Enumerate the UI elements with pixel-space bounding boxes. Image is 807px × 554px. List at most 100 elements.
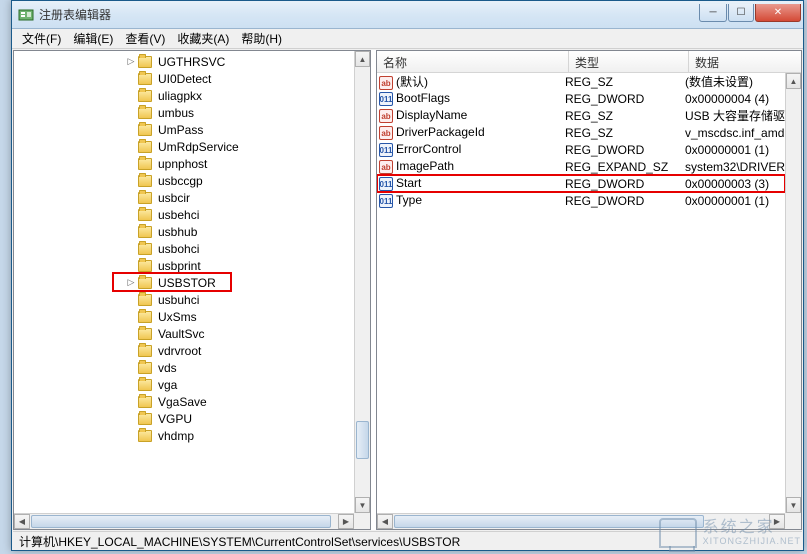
list-header[interactable]: 名称 类型 数据 — [377, 51, 801, 73]
tree-item-ugthrsvc[interactable]: ▷UGTHRSVC — [14, 53, 354, 70]
value-data: 0x00000003 (3) — [685, 177, 785, 191]
folder-icon — [138, 345, 152, 357]
value-row[interactable]: 011BootFlagsREG_DWORD0x00000004 (4) — [377, 90, 785, 107]
menu-file[interactable]: 文件(F) — [16, 28, 67, 49]
tree-pane[interactable]: ▷UGTHRSVCUI0DetectuliagpkxumbusUmPass UmR… — [13, 50, 371, 530]
tree-item-label: UmRdpService — [156, 140, 241, 154]
tree-item-usbhub[interactable]: usbhub — [14, 223, 354, 240]
regedit-icon — [18, 7, 34, 23]
expander-icon[interactable] — [126, 176, 136, 186]
value-row[interactable]: abDriverPackageIdREG_SZv_mscdsc.inf_amd6 — [377, 124, 785, 141]
tree-scrollbar-vertical[interactable]: ▲ ▼ — [354, 51, 370, 513]
expander-icon[interactable] — [126, 193, 136, 203]
string-value-icon: ab — [379, 160, 393, 174]
tree-scrollbar-horizontal[interactable]: ◀ ▶ — [14, 513, 354, 529]
folder-icon — [138, 362, 152, 374]
tree-item-label: UxSms — [156, 310, 199, 324]
value-row[interactable]: abImagePathREG_EXPAND_SZsystem32\DRIVERS — [377, 158, 785, 175]
tree-item-usbcir[interactable]: usbcir — [14, 189, 354, 206]
tree-item-usbuhci[interactable]: usbuhci — [14, 291, 354, 308]
col-name[interactable]: 名称 — [377, 51, 569, 72]
col-data[interactable]: 数据 — [689, 51, 801, 72]
tree-item-usbprint[interactable]: usbprint — [14, 257, 354, 274]
expander-icon[interactable] — [126, 244, 136, 254]
expander-icon[interactable] — [126, 414, 136, 424]
value-name: BootFlags — [396, 91, 450, 105]
expander-icon[interactable] — [126, 431, 136, 441]
value-row[interactable]: abDisplayNameREG_SZUSB 大容量存储驱动 — [377, 107, 785, 124]
tree-item-vds[interactable]: vds — [14, 359, 354, 376]
folder-icon — [138, 192, 152, 204]
list-scrollbar-horizontal[interactable]: ◀ ▶ — [377, 513, 785, 529]
value-row[interactable]: 011TypeREG_DWORD0x00000001 (1) — [377, 192, 785, 209]
expander-icon[interactable] — [126, 108, 136, 118]
tree-item-usbstor[interactable]: ▷USBSTOR — [14, 274, 354, 291]
tree-item-label: VGPU — [156, 412, 194, 426]
expander-icon[interactable] — [126, 329, 136, 339]
value-row[interactable]: 011ErrorControlREG_DWORD0x00000001 (1) — [377, 141, 785, 158]
expander-icon[interactable] — [126, 142, 136, 152]
tree-item-vgasave[interactable]: VgaSave — [14, 393, 354, 410]
minimize-button[interactable]: ─ — [699, 4, 727, 22]
tree-item-usbccgp[interactable]: usbccgp — [14, 172, 354, 189]
expander-icon[interactable] — [126, 295, 136, 305]
tree-item-usbehci[interactable]: usbehci — [14, 206, 354, 223]
tree-item-vhdmp[interactable]: vhdmp — [14, 427, 354, 444]
tree-item-umpass[interactable]: UmPass — [14, 121, 354, 138]
folder-icon — [138, 141, 152, 153]
folder-icon — [138, 73, 152, 85]
close-button[interactable]: ✕ — [755, 4, 801, 22]
expander-icon[interactable] — [126, 125, 136, 135]
tree-item-umrdpservice[interactable]: UmRdpService — [14, 138, 354, 155]
folder-icon — [138, 396, 152, 408]
expander-icon[interactable] — [126, 159, 136, 169]
value-data: v_mscdsc.inf_amd6 — [685, 126, 785, 140]
tree-item-vdrvroot[interactable]: vdrvroot — [14, 342, 354, 359]
menu-favorites[interactable]: 收藏夹(A) — [171, 28, 235, 49]
expander-icon[interactable] — [126, 74, 136, 84]
expander-icon[interactable]: ▷ — [126, 57, 136, 67]
expander-icon[interactable]: ▷ — [126, 278, 136, 288]
value-name: DisplayName — [396, 108, 467, 122]
expander-icon[interactable] — [126, 210, 136, 220]
tree-item-ui0detect[interactable]: UI0Detect — [14, 70, 354, 87]
expander-icon[interactable] — [126, 397, 136, 407]
expander-icon[interactable] — [126, 346, 136, 356]
expander-icon[interactable] — [126, 380, 136, 390]
menu-edit[interactable]: 编辑(E) — [67, 28, 119, 49]
value-row[interactable]: 011StartREG_DWORD0x00000003 (3) — [377, 175, 785, 192]
tree-item-label: usbhub — [156, 225, 199, 239]
tree-item-usbohci[interactable]: usbohci — [14, 240, 354, 257]
list-scrollbar-vertical[interactable]: ▲ ▼ — [785, 73, 801, 513]
folder-icon — [138, 328, 152, 340]
folder-icon — [138, 124, 152, 136]
expander-icon[interactable] — [126, 91, 136, 101]
expander-icon[interactable] — [126, 261, 136, 271]
tree-item-vga[interactable]: vga — [14, 376, 354, 393]
menu-help[interactable]: 帮助(H) — [235, 28, 288, 49]
tree-item-upnphost[interactable]: upnphost — [14, 155, 354, 172]
tree-item-label: VgaSave — [156, 395, 209, 409]
values-pane[interactable]: 名称 类型 数据 ab(默认)REG_SZ(数值未设置)011BootFlags… — [376, 50, 802, 530]
tree-item-label: usbprint — [156, 259, 203, 273]
tree-item-uxsms[interactable]: UxSms — [14, 308, 354, 325]
maximize-button[interactable]: ☐ — [728, 4, 754, 22]
expander-icon[interactable] — [126, 312, 136, 322]
titlebar[interactable]: 注册表编辑器 ─ ☐ ✕ — [12, 1, 803, 29]
folder-icon — [138, 379, 152, 391]
tree-item-uliagpkx[interactable]: uliagpkx — [14, 87, 354, 104]
menu-view[interactable]: 查看(V) — [119, 28, 171, 49]
tree-item-label: vhdmp — [156, 429, 196, 443]
folder-icon — [138, 107, 152, 119]
tree-item-vgpu[interactable]: VGPU — [14, 410, 354, 427]
tree-item-label: usbcir — [156, 191, 192, 205]
value-row[interactable]: ab(默认)REG_SZ(数值未设置) — [377, 73, 785, 90]
tree-item-vaultsvc[interactable]: VaultSvc — [14, 325, 354, 342]
expander-icon[interactable] — [126, 227, 136, 237]
col-type[interactable]: 类型 — [569, 51, 689, 72]
value-type: REG_EXPAND_SZ — [565, 160, 685, 174]
expander-icon[interactable] — [126, 363, 136, 373]
tree-item-umbus[interactable]: umbus — [14, 104, 354, 121]
value-type: REG_DWORD — [565, 177, 685, 191]
value-data: USB 大容量存储驱动 — [685, 107, 785, 124]
